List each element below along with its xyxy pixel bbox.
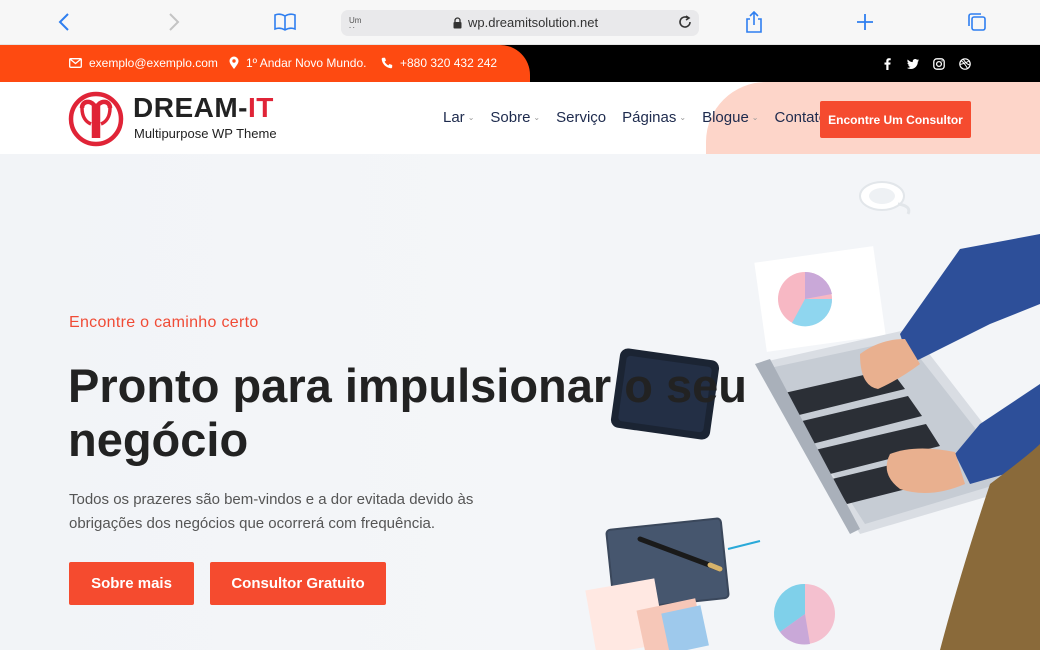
topbar-phone[interactable]: +880 320 432 242 [381,56,497,70]
url-text: wp.dreamitsolution.net [468,15,599,30]
forward-icon[interactable] [162,10,186,34]
hero-headline: Pronto para impulsionar o seu negócio [68,359,747,466]
social-links [880,57,972,71]
nav-item-label: Páginas [622,109,677,126]
nav-item-sobre[interactable]: Sobre ⌄ [490,109,540,126]
browser-toolbar: Um Ho wp.dreamitsolution.net [0,0,1040,45]
address-bar[interactable]: Um Ho wp.dreamitsolution.net [341,10,699,36]
nav-item-blogue[interactable]: Blogue ⌄ [702,109,758,126]
logo-main-text: DREAM- [133,92,248,123]
phone-icon [381,57,393,69]
envelope-icon [69,58,82,68]
hero-description: Todos os prazeres são bem-vindos e a dor… [69,491,474,532]
nav-item-lar[interactable]: Lar ⌄ [443,109,474,126]
chevron-down-icon: ⌄ [679,113,687,122]
chevron-down-icon: ⌄ [533,113,541,122]
topbar-address: 1º Andar Novo Mundo. [229,56,366,70]
main-navigation: Lar ⌄ Sobre ⌄ Serviço Páginas ⌄ Blogue ⌄ Con… [443,109,843,126]
nav-item-label: Blogue [702,109,749,126]
share-icon[interactable] [742,10,766,34]
twitter-icon[interactable] [906,57,920,71]
top-info-bar: exemplo@exemplo.com 1º Andar Novo Mundo.… [0,45,1040,82]
free-consultant-button[interactable]: Consultor Gratuito [210,562,386,605]
nav-item-label: Sobre [490,109,531,126]
logo-mark[interactable] [68,91,124,152]
address-mini-label: Um Ho [349,16,362,28]
nav-item-servico[interactable]: Serviço [556,109,606,126]
topbar-email-text: exemplo@exemplo.com [89,56,218,70]
logo-text[interactable]: DREAM-IT [133,92,274,124]
hero-section: Encontre o caminho certo Pronto para imp… [0,154,1040,650]
hero-eyebrow: Encontre o caminho certo [69,314,259,331]
new-tab-icon[interactable] [853,10,877,34]
topbar-phone-text: +880 320 432 242 [400,56,498,70]
map-pin-icon [229,56,239,69]
lock-icon [453,16,462,28]
nav-item-label: Serviço [556,109,607,126]
back-icon[interactable] [52,10,76,34]
instagram-icon[interactable] [932,57,946,71]
nav-item-paginas[interactable]: Páginas ⌄ [622,109,686,126]
nav-item-label: Lar [443,109,465,126]
topbar-address-text: 1º Andar Novo Mundo. [246,56,367,70]
bookmarks-icon[interactable] [273,10,297,34]
facebook-icon[interactable] [880,57,894,71]
logo-tagline: Multipurpose WP Theme [134,126,277,141]
learn-more-button[interactable]: Sobre mais [69,562,194,605]
dribbble-icon[interactable] [958,57,972,71]
logo-accent-text: IT [248,92,274,123]
topbar-email[interactable]: exemplo@exemplo.com [69,56,218,70]
tabs-overview-icon[interactable] [965,10,989,34]
chevron-down-icon: ⌄ [751,113,759,122]
find-consultant-button[interactable]: Encontre Um Consultor [820,101,971,138]
site-header: DREAM-IT Multipurpose WP Theme Lar ⌄ Sobr… [0,82,1040,154]
reload-icon[interactable] [677,14,693,35]
chevron-down-icon: ⌄ [467,113,475,122]
